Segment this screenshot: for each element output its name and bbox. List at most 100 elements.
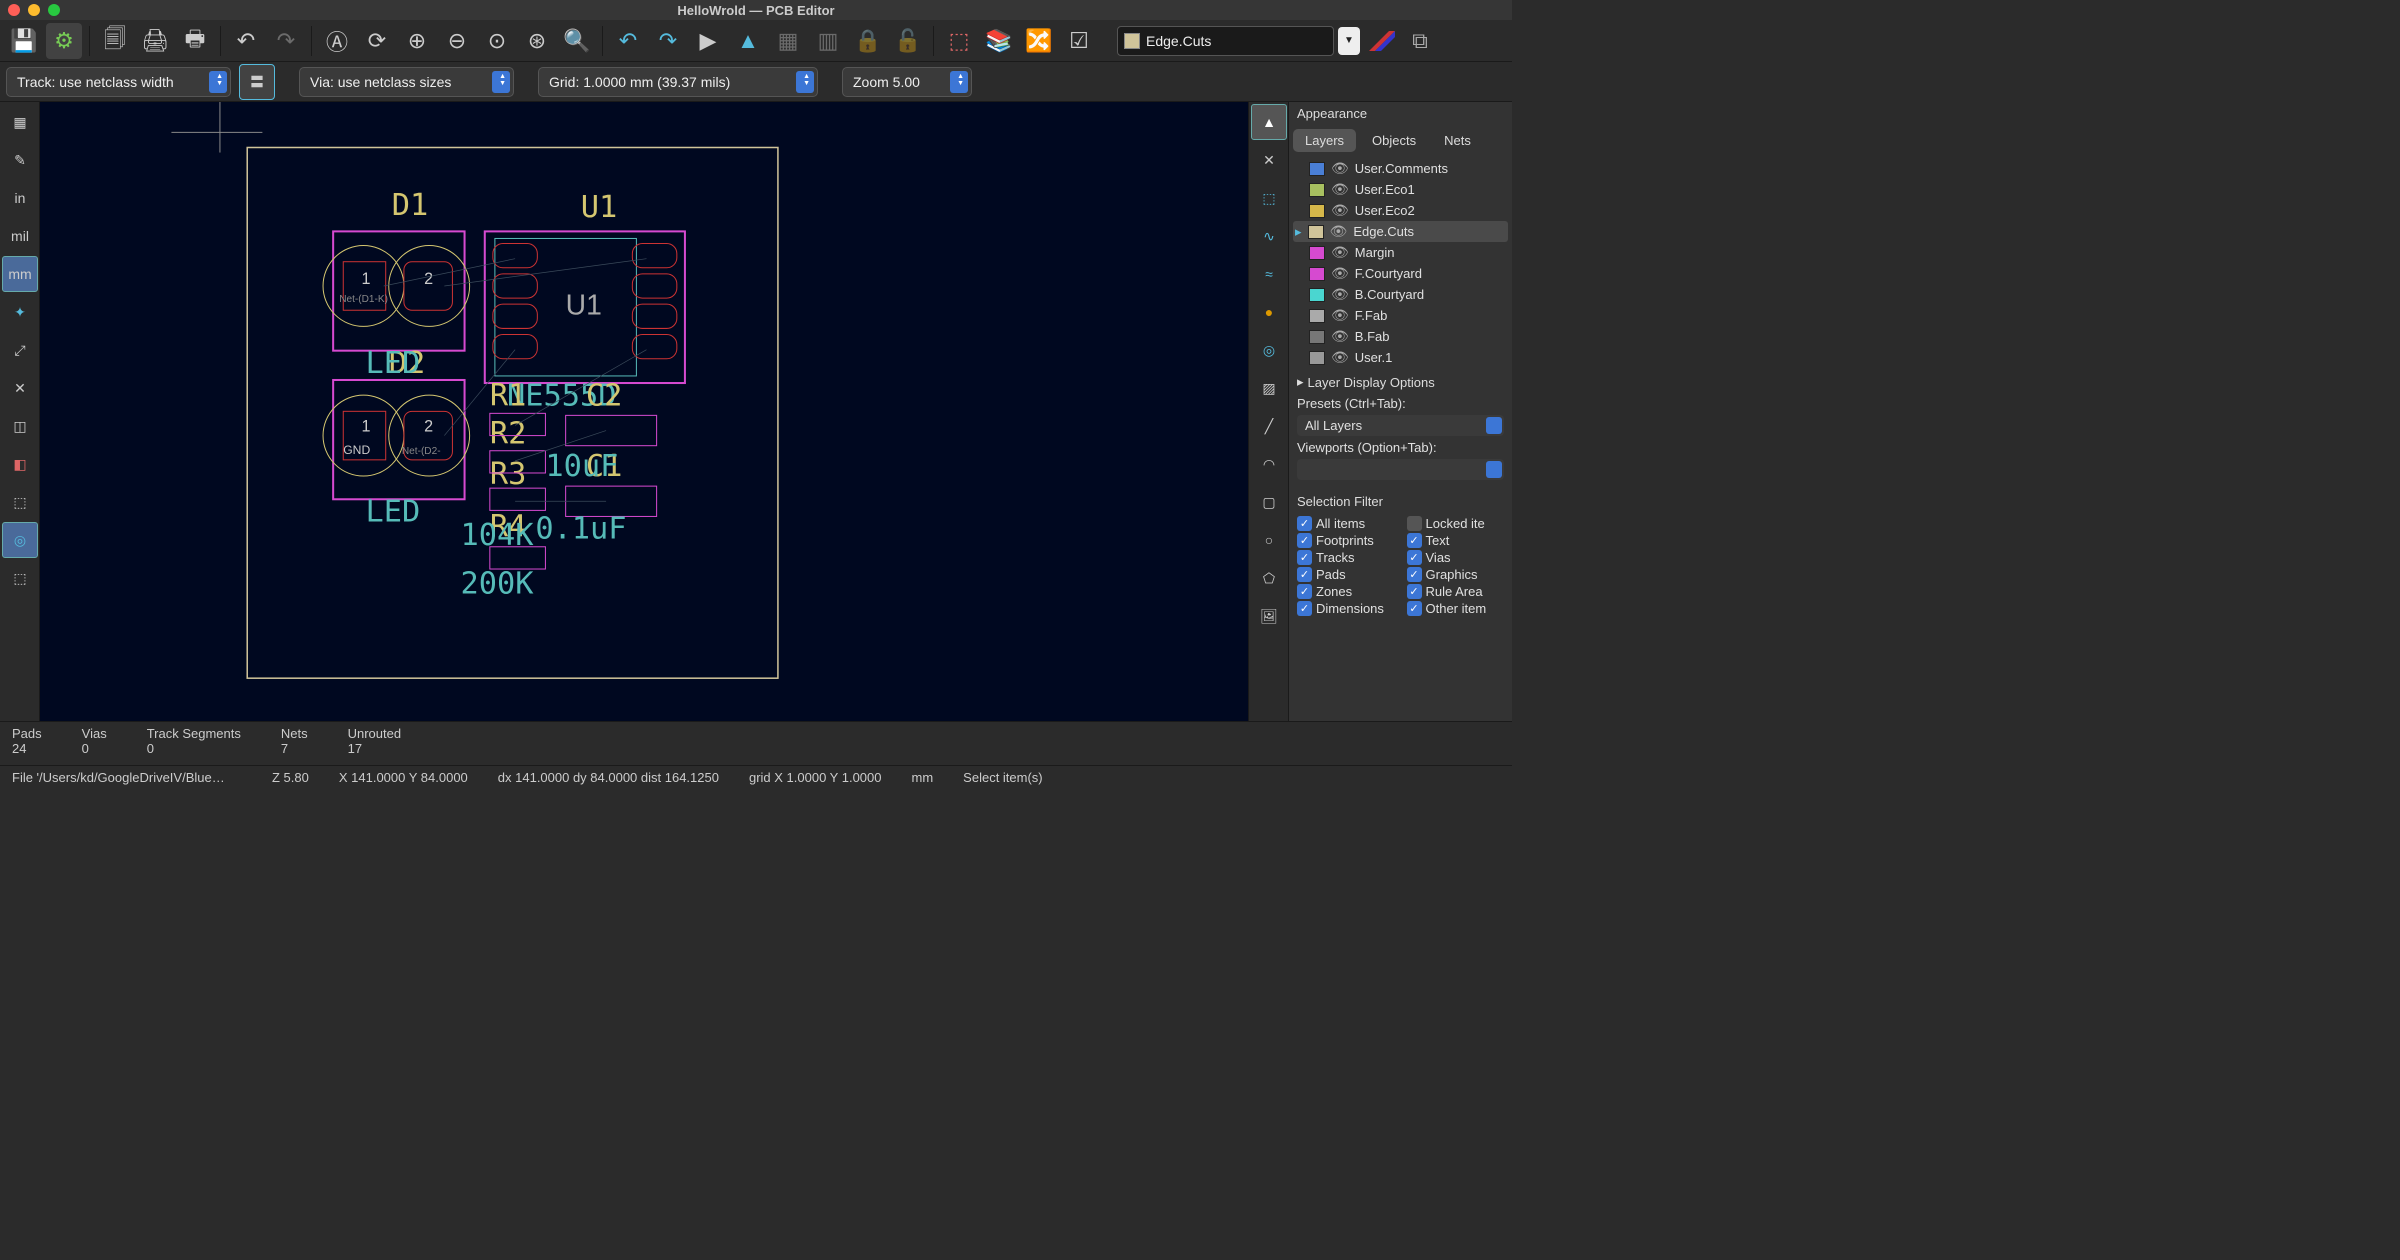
draw-rect-icon[interactable]: ▢ xyxy=(1251,484,1287,520)
drc-icon[interactable]: ☑ xyxy=(1061,23,1097,59)
filter-other-checkbox[interactable]: ✓ xyxy=(1407,601,1422,616)
tune-length-icon[interactable]: ● xyxy=(1251,294,1287,330)
status-unit[interactable]: mm xyxy=(912,770,934,785)
visibility-eye-icon[interactable]: 👁 xyxy=(1330,223,1348,240)
refresh-icon[interactable]: ⟳ xyxy=(359,23,395,59)
layer-selector-input[interactable] xyxy=(1146,33,1327,49)
visibility-eye-icon[interactable]: 👁 xyxy=(1331,307,1349,324)
filter-tracks-checkbox[interactable]: ✓ xyxy=(1297,550,1312,565)
grid-dropdown[interactable]: Grid: 1.0000 mm (39.37 mils)▲▼ xyxy=(538,67,818,97)
filter-pads-checkbox[interactable]: ✓ xyxy=(1297,567,1312,582)
board-setup-icon[interactable]: ⚙ xyxy=(46,23,82,59)
scripting-icon[interactable]: ⧉ xyxy=(1402,23,1438,59)
auto-track-width-icon[interactable]: 〓 xyxy=(239,64,275,100)
add-image-icon[interactable]: 🖼 xyxy=(1251,598,1287,634)
layer-color-swatch[interactable] xyxy=(1309,288,1325,302)
track-display-icon[interactable]: ⬚ xyxy=(2,560,38,596)
zone-display-icon[interactable]: ◫ xyxy=(2,408,38,444)
footprint-editor-icon[interactable]: ⬚ xyxy=(941,23,977,59)
layer-color-swatch[interactable] xyxy=(1309,267,1325,281)
pcb-canvas[interactable]: D1 1 2 Net-(D1-K) D2 1 2 GND Net-(D2- LE… xyxy=(40,102,1248,721)
filter-dimensions-checkbox[interactable]: ✓ xyxy=(1297,601,1312,616)
place-footprint-icon[interactable]: ⬚ xyxy=(1251,180,1287,216)
ungroup-icon[interactable]: ▥ xyxy=(810,23,846,59)
polar-coords-icon[interactable]: ✎ xyxy=(2,142,38,178)
tab-layers[interactable]: Layers xyxy=(1293,129,1356,152)
minimize-window[interactable] xyxy=(28,4,40,16)
print-icon[interactable]: 🖨 xyxy=(137,23,173,59)
select-tool-icon[interactable]: ▲ xyxy=(1251,104,1287,140)
ratsnest-toggle-icon[interactable]: ⤢ xyxy=(2,332,38,368)
layer-color-swatch[interactable] xyxy=(1309,246,1325,260)
layer-row[interactable]: 👁F.Fab xyxy=(1293,305,1508,326)
filter-rule-checkbox[interactable]: ✓ xyxy=(1407,584,1422,599)
visibility-eye-icon[interactable]: 👁 xyxy=(1331,286,1349,303)
layer-color-swatch[interactable] xyxy=(1309,351,1325,365)
draw-line-icon[interactable]: ╱ xyxy=(1251,408,1287,444)
add-zone-icon[interactable]: ▨ xyxy=(1251,370,1287,406)
route-diff-pair-icon[interactable]: ≈ xyxy=(1251,256,1287,292)
filter-graphics-checkbox[interactable]: ✓ xyxy=(1407,567,1422,582)
filter-text-checkbox[interactable]: ✓ xyxy=(1407,533,1422,548)
layer-color-swatch[interactable] xyxy=(1308,225,1324,239)
redo-icon[interactable]: ↷ xyxy=(268,23,304,59)
pad-display-icon[interactable]: ⬚ xyxy=(2,484,38,520)
layer-color-swatch[interactable] xyxy=(1309,309,1325,323)
rotate-ccw-icon[interactable]: ↶ xyxy=(610,23,646,59)
filter-all-checkbox[interactable]: ✓ xyxy=(1297,516,1312,531)
visibility-eye-icon[interactable]: 👁 xyxy=(1331,328,1349,345)
layer-row[interactable]: 👁B.Fab xyxy=(1293,326,1508,347)
unit-mm-button[interactable]: mm xyxy=(2,256,38,292)
layer-color-swatch[interactable] xyxy=(1309,330,1325,344)
track-width-dropdown[interactable]: Track: use netclass width▲▼ xyxy=(6,67,231,97)
visibility-eye-icon[interactable]: 👁 xyxy=(1331,244,1349,261)
draw-circle-icon[interactable]: ○ xyxy=(1251,522,1287,558)
zoom-selection-icon[interactable]: 🔍 xyxy=(559,23,595,59)
close-window[interactable] xyxy=(8,4,20,16)
zoom-in-icon[interactable]: ⊕ xyxy=(399,23,435,59)
filter-zones-checkbox[interactable]: ✓ xyxy=(1297,584,1312,599)
update-pcb-icon[interactable]: 🔀 xyxy=(1021,23,1057,59)
layer-row[interactable]: 👁F.Courtyard xyxy=(1293,263,1508,284)
layer-row[interactable]: 👁Margin xyxy=(1293,242,1508,263)
zoom-out-icon[interactable]: ⊖ xyxy=(439,23,475,59)
layer-row[interactable]: 👁B.Courtyard xyxy=(1293,284,1508,305)
lock-icon[interactable]: 🔒 xyxy=(850,23,886,59)
zoom-fit-objects-icon[interactable]: ⊛ xyxy=(519,23,555,59)
find-icon[interactable]: Ⓐ xyxy=(319,23,355,59)
layer-color-swatch[interactable] xyxy=(1309,183,1325,197)
filter-locked-checkbox[interactable] xyxy=(1407,516,1422,531)
add-via-icon[interactable]: ◎ xyxy=(1251,332,1287,368)
layer-row[interactable]: 👁User.Eco2 xyxy=(1293,200,1508,221)
via-size-dropdown[interactable]: Via: use netclass sizes▲▼ xyxy=(299,67,514,97)
via-display-icon[interactable]: ◎ xyxy=(2,522,38,558)
undo-icon[interactable]: ↶ xyxy=(228,23,264,59)
unit-in-button[interactable]: in xyxy=(2,180,38,216)
plot-icon[interactable]: 🖶 xyxy=(177,23,213,59)
layer-row[interactable]: ▸👁Edge.Cuts xyxy=(1293,221,1508,242)
zone-outline-icon[interactable]: ◧ xyxy=(2,446,38,482)
mirror-v-icon[interactable]: ▲ xyxy=(730,23,766,59)
filter-vias-checkbox[interactable]: ✓ xyxy=(1407,550,1422,565)
layer-color-swatch[interactable] xyxy=(1309,204,1325,218)
zoom-dropdown[interactable]: Zoom 5.00▲▼ xyxy=(842,67,972,97)
presets-dropdown[interactable]: All Layers xyxy=(1297,415,1504,436)
layer-dropdown-button[interactable]: ▼ xyxy=(1338,27,1360,55)
grid-toggle-icon[interactable]: ▦ xyxy=(2,104,38,140)
visibility-eye-icon[interactable]: 👁 xyxy=(1331,265,1349,282)
visibility-eye-icon[interactable]: 👁 xyxy=(1331,181,1349,198)
footprint-library-icon[interactable]: 📚 xyxy=(981,23,1017,59)
layer-color-swatch[interactable] xyxy=(1309,162,1325,176)
visibility-eye-icon[interactable]: 👁 xyxy=(1331,160,1349,177)
tab-nets[interactable]: Nets xyxy=(1432,129,1483,152)
filter-footprints-checkbox[interactable]: ✓ xyxy=(1297,533,1312,548)
visibility-eye-icon[interactable]: 👁 xyxy=(1331,349,1349,366)
layer-selector[interactable] xyxy=(1117,26,1334,56)
ratsnest-curved-icon[interactable]: ✕ xyxy=(2,370,38,406)
group-icon[interactable]: ▦ xyxy=(770,23,806,59)
zoom-fit-icon[interactable]: ⊙ xyxy=(479,23,515,59)
layer-row[interactable]: 👁User.Eco1 xyxy=(1293,179,1508,200)
rotate-cw-icon[interactable]: ↷ xyxy=(650,23,686,59)
layer-display-options[interactable]: ▸ Layer Display Options xyxy=(1289,370,1512,394)
visibility-eye-icon[interactable]: 👁 xyxy=(1331,202,1349,219)
